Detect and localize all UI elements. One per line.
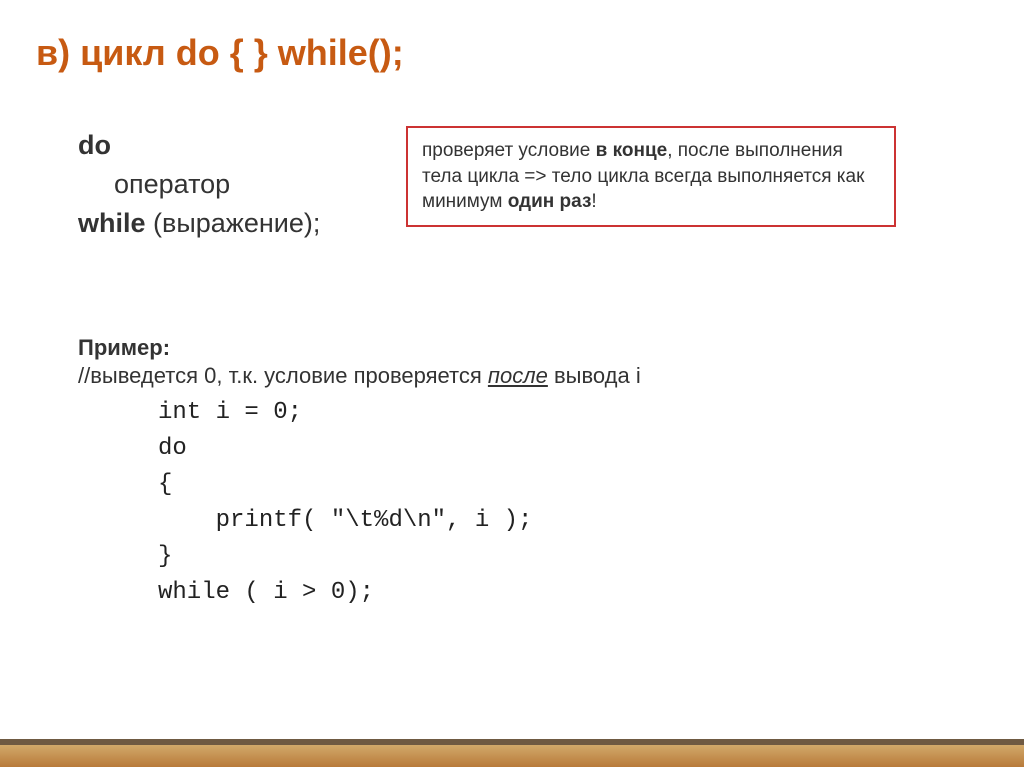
code-block: int i = 0; do { printf( "\t%d\n", i ); }… — [158, 395, 988, 611]
code-l5: } — [158, 543, 172, 570]
slide: в) цикл do { } while(); do оператор whil… — [0, 0, 1024, 767]
note-box: проверяет условие в конце, после выполне… — [406, 126, 896, 227]
content-row: do оператор while (выражение); проверяет… — [78, 126, 988, 243]
desc-post: вывода i — [548, 363, 641, 388]
syntax-block: do оператор while (выражение); — [78, 126, 378, 243]
code-l6: while ( i > 0); — [158, 579, 374, 606]
kw-do: do — [78, 130, 111, 160]
note-p3: ! — [591, 191, 596, 212]
while-expr: (выражение); — [146, 208, 321, 238]
note-p1: проверяет условие — [422, 140, 596, 161]
code-l1: int i = 0; — [158, 399, 302, 426]
example-block: Пример: //выведется 0, т.к. условие пров… — [78, 335, 988, 611]
code-l2: do — [158, 435, 187, 462]
kw-while: while — [78, 208, 146, 238]
desc-underline: после — [488, 363, 548, 388]
code-l4: printf( "\t%d\n", i ); — [158, 507, 532, 534]
slide-title: в) цикл do { } while(); — [36, 32, 988, 74]
example-desc: //выведется 0, т.к. условие проверяется … — [78, 363, 988, 389]
operator-line: оператор — [78, 165, 378, 204]
footer-bar — [0, 739, 1024, 767]
code-l3: { — [158, 471, 172, 498]
desc-pre: //выведется 0, т.к. условие проверяется — [78, 363, 488, 388]
note-b2: один раз — [508, 191, 592, 212]
example-label: Пример: — [78, 335, 988, 361]
note-b1: в конце — [596, 140, 668, 161]
